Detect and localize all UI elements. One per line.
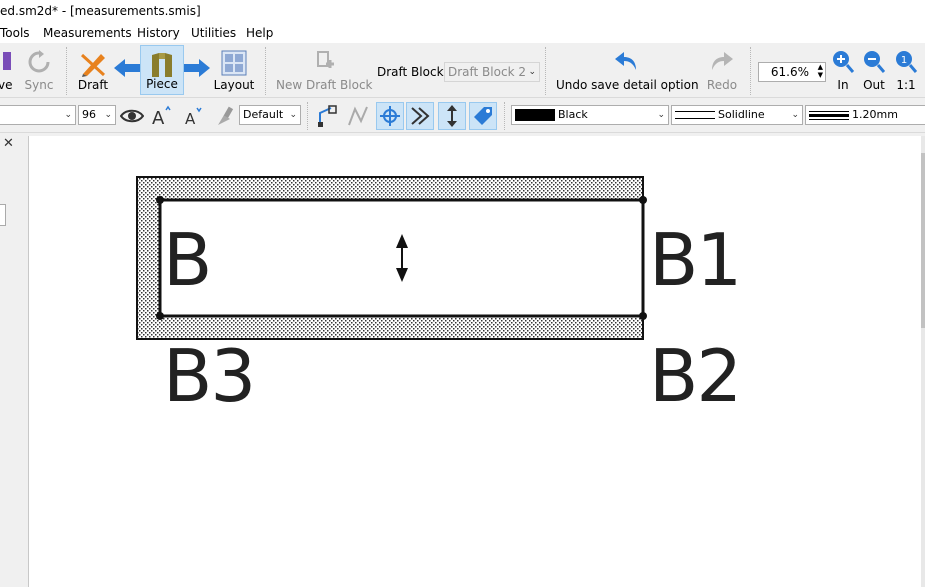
redo-icon xyxy=(710,50,734,75)
separator xyxy=(504,102,505,130)
point-b2[interactable] xyxy=(639,312,647,320)
brush-icon xyxy=(218,106,234,125)
svg-text:1: 1 xyxy=(901,55,907,66)
tag-tool-button[interactable] xyxy=(469,102,497,130)
curve-tool-button[interactable] xyxy=(344,102,372,130)
main-toolbar: ve Sync Draft Piece Layout New Draft Blo… xyxy=(0,43,925,98)
new-draft-block-button[interactable]: New Draft Block xyxy=(276,45,373,95)
double-chevron-icon xyxy=(411,107,430,125)
eye-icon xyxy=(120,109,144,123)
chevron-down-icon: ⌄ xyxy=(528,67,536,77)
svg-text:A: A xyxy=(152,108,165,127)
menu-history[interactable]: History xyxy=(137,26,180,40)
font-decrease-icon: A xyxy=(185,107,202,127)
redo-button[interactable]: Redo xyxy=(704,45,740,95)
line-weight-select[interactable]: 1.20mm xyxy=(805,105,925,125)
workspace: ✕ B B1 B3 B2 xyxy=(0,134,925,587)
chevron-down-icon: ⌄ xyxy=(791,110,799,120)
tag-icon xyxy=(474,107,492,125)
sync-icon xyxy=(27,50,51,77)
zoom-value-spinbox[interactable]: 61.6% ▲ ▼ xyxy=(758,62,826,82)
draft-pencil-icon xyxy=(79,50,107,81)
point-b3[interactable] xyxy=(156,312,164,320)
panel-edge xyxy=(0,204,6,226)
close-icon[interactable]: ✕ xyxy=(3,136,14,151)
chevron-down-icon: ⌄ xyxy=(64,110,72,120)
chevron-down-icon: ⌄ xyxy=(657,110,665,120)
node-tool-button[interactable] xyxy=(314,102,342,130)
zoom-original-icon: 1 xyxy=(895,50,918,77)
line-weight-swatch xyxy=(809,110,849,120)
scrollbar-thumb[interactable] xyxy=(921,153,925,328)
draft-block-label: Draft Block: xyxy=(377,65,448,79)
node-icon xyxy=(318,105,337,127)
zoom-out-icon xyxy=(863,50,886,77)
font-increase-icon: A xyxy=(152,105,171,127)
vertical-scrollbar[interactable] xyxy=(921,136,925,587)
separator xyxy=(66,47,67,95)
layout-icon xyxy=(221,50,247,79)
previous-mode-arrow[interactable] xyxy=(112,45,142,95)
separator xyxy=(265,47,266,95)
point-b[interactable] xyxy=(156,196,164,204)
point-b1[interactable] xyxy=(639,196,647,204)
label-b1: B1 xyxy=(649,218,742,302)
decrease-font-button[interactable]: A xyxy=(179,102,207,130)
piece-mode-button[interactable]: Piece xyxy=(140,45,184,95)
menu-bar: Tools Measurements History Utilities Hel… xyxy=(0,23,925,43)
drawing-canvas[interactable]: B B1 B3 B2 xyxy=(28,136,924,587)
grainline-tool-button[interactable] xyxy=(406,102,434,130)
new-draft-block-icon xyxy=(312,50,336,79)
color-swatch xyxy=(515,109,555,121)
vertical-arrow-tool-button[interactable] xyxy=(438,102,466,130)
line-color-select[interactable]: Black ⌄ xyxy=(511,105,669,125)
label-b3: B3 xyxy=(163,334,256,418)
line-type-swatch xyxy=(675,111,715,119)
label-b: B xyxy=(163,218,212,302)
save-icon xyxy=(3,50,13,75)
text-style-button[interactable] xyxy=(211,102,239,130)
zoom-in-button[interactable]: In xyxy=(830,45,856,95)
curve-icon xyxy=(348,106,368,126)
center-tool-button[interactable] xyxy=(376,102,404,130)
menu-utilities[interactable]: Utilities xyxy=(191,26,236,40)
visibility-toggle[interactable] xyxy=(118,102,146,130)
font-size-select[interactable]: 96 ⌄ xyxy=(78,105,116,125)
save-button[interactable]: ve xyxy=(0,45,14,95)
text-style-select[interactable]: Default ⌄ xyxy=(239,105,301,125)
separator xyxy=(307,102,308,130)
sync-button[interactable]: Sync xyxy=(20,45,58,95)
window-title-text: ed.sm2d* - [measurements.smis] xyxy=(0,4,201,18)
undo-icon xyxy=(614,50,638,75)
vertical-arrow-icon xyxy=(447,105,457,127)
zoom-in-icon xyxy=(832,50,855,77)
zoom-original-button[interactable]: 1 1:1 xyxy=(893,45,919,95)
draft-mode-button[interactable]: Draft xyxy=(74,45,112,95)
crosshair-icon xyxy=(380,106,400,126)
menu-help[interactable]: Help xyxy=(246,26,273,40)
chevron-down-icon: ⌄ xyxy=(104,110,112,120)
next-mode-arrow[interactable] xyxy=(182,45,212,95)
increase-font-button[interactable]: A xyxy=(147,102,175,130)
arrow-left-icon xyxy=(114,59,140,80)
draft-block-select[interactable]: Draft Block 2 ⌄ xyxy=(444,62,540,82)
font-family-select[interactable]: ⌄ xyxy=(0,105,76,125)
menu-measurements[interactable]: Measurements xyxy=(43,26,132,40)
chevron-down-icon: ⌄ xyxy=(289,110,297,120)
separator xyxy=(545,47,546,95)
menu-tools[interactable]: Tools xyxy=(0,26,30,40)
svg-text:A: A xyxy=(185,110,196,127)
undo-button[interactable]: Undo save detail option xyxy=(556,45,699,95)
arrow-right-icon xyxy=(184,59,210,80)
label-b2: B2 xyxy=(649,334,742,418)
layout-mode-button[interactable]: Layout xyxy=(212,45,256,95)
separator xyxy=(750,47,751,95)
property-toolbar: ⌄ 96 ⌄ A A Default ⌄ Black ⌄ Solidline ⌄… xyxy=(0,99,925,133)
window-title: ed.sm2d* - [measurements.smis] xyxy=(0,0,925,23)
zoom-out-button[interactable]: Out xyxy=(860,45,888,95)
spin-arrows-icon[interactable]: ▲ ▼ xyxy=(818,63,823,79)
line-type-select[interactable]: Solidline ⌄ xyxy=(671,105,803,125)
